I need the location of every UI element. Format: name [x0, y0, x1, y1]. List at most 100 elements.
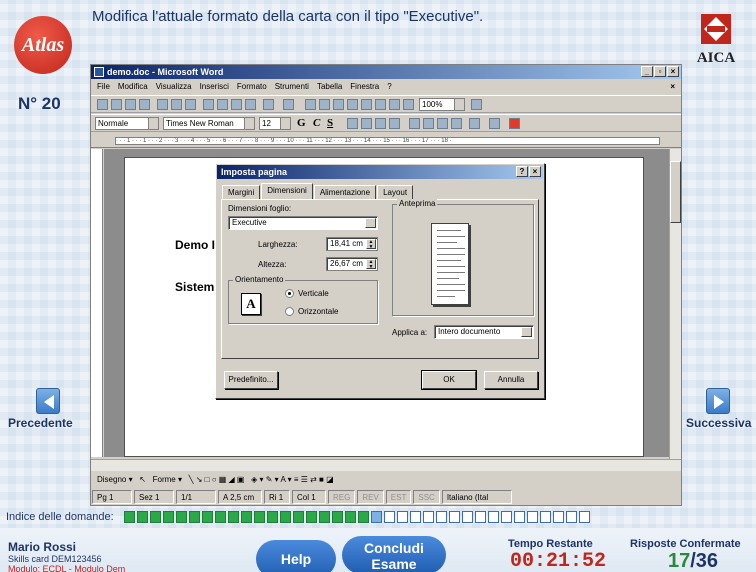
- end-exam-button[interactable]: Concludi Esame: [342, 536, 446, 572]
- minimize-button[interactable]: _: [641, 66, 653, 77]
- question-index-box[interactable]: [332, 511, 343, 523]
- menu-strumenti[interactable]: Strumenti: [275, 80, 309, 94]
- question-index-box[interactable]: [241, 511, 252, 523]
- tab-dimensioni[interactable]: Dimensioni: [261, 183, 313, 199]
- menu-file[interactable]: File: [97, 80, 110, 94]
- numbering-icon[interactable]: [409, 118, 420, 129]
- question-index-box[interactable]: [137, 511, 148, 523]
- decrease-indent-icon[interactable]: [437, 118, 448, 129]
- spelling-icon[interactable]: [185, 99, 196, 110]
- undo-icon[interactable]: [263, 99, 274, 110]
- open-icon[interactable]: [111, 99, 122, 110]
- question-index-box[interactable]: [449, 511, 460, 523]
- help-icon[interactable]: [471, 99, 482, 110]
- close-button[interactable]: ×: [667, 66, 679, 77]
- menu-inserisci[interactable]: Inserisci: [200, 80, 229, 94]
- question-index-box[interactable]: [293, 511, 304, 523]
- question-index-box[interactable]: [176, 511, 187, 523]
- tab-margini[interactable]: Margini: [222, 185, 261, 199]
- drawing-menu[interactable]: Disegno: [97, 475, 126, 484]
- question-index-box[interactable]: [280, 511, 291, 523]
- previous-button[interactable]: [36, 388, 60, 414]
- question-index-box[interactable]: [254, 511, 265, 523]
- menu-tabella[interactable]: Tabella: [317, 80, 342, 94]
- close-document-icon[interactable]: ×: [670, 82, 675, 92]
- question-index-box[interactable]: [566, 511, 577, 523]
- increase-indent-icon[interactable]: [451, 118, 462, 129]
- menu-help[interactable]: ?: [387, 80, 391, 94]
- show-hide-icon[interactable]: [403, 99, 414, 110]
- insert-excel-icon[interactable]: [347, 99, 358, 110]
- question-index-box[interactable]: [553, 511, 564, 523]
- question-index-box[interactable]: [384, 511, 395, 523]
- vertical-scrollbar[interactable]: [669, 149, 681, 459]
- default-button[interactable]: Predefinito...: [224, 371, 278, 389]
- justify-icon[interactable]: [389, 118, 400, 129]
- question-index-box[interactable]: [436, 511, 447, 523]
- next-button[interactable]: [706, 388, 730, 414]
- font-color-icon[interactable]: [509, 118, 520, 129]
- question-index-box[interactable]: [228, 511, 239, 523]
- new-icon[interactable]: [97, 99, 108, 110]
- tab-layout[interactable]: Layout: [377, 185, 414, 199]
- align-center-icon[interactable]: [361, 118, 372, 129]
- insert-table-icon[interactable]: [333, 99, 344, 110]
- font-select[interactable]: Times New Roman: [163, 117, 255, 130]
- document-map-icon[interactable]: [389, 99, 400, 110]
- scroll-thumb[interactable]: [670, 161, 681, 223]
- question-index-box[interactable]: [371, 511, 382, 523]
- question-index-box[interactable]: [514, 511, 525, 523]
- question-index-box[interactable]: [345, 511, 356, 523]
- drawing-icon[interactable]: [375, 99, 386, 110]
- question-index-box[interactable]: [540, 511, 551, 523]
- border-icon[interactable]: [469, 118, 480, 129]
- question-index-box[interactable]: [215, 511, 226, 523]
- align-left-icon[interactable]: [347, 118, 358, 129]
- menu-visualizza[interactable]: Visualizza: [156, 80, 192, 94]
- question-index-box[interactable]: [527, 511, 538, 523]
- question-index-box[interactable]: [267, 511, 278, 523]
- print-icon[interactable]: [157, 99, 168, 110]
- autoshapes-menu[interactable]: Forme: [153, 475, 176, 484]
- question-index-box[interactable]: [579, 511, 590, 523]
- tab-alimentazione[interactable]: Alimentazione: [313, 185, 377, 199]
- question-index-box[interactable]: [319, 511, 330, 523]
- menu-finestra[interactable]: Finestra: [350, 80, 379, 94]
- landscape-radio[interactable]: Orizzontale: [285, 307, 338, 316]
- email-icon[interactable]: [139, 99, 150, 110]
- paper-size-select[interactable]: Executive: [228, 216, 378, 230]
- redo-icon[interactable]: [283, 99, 294, 110]
- question-index-box[interactable]: [202, 511, 213, 523]
- dialog-help-button[interactable]: ?: [516, 166, 528, 177]
- cut-icon[interactable]: [203, 99, 214, 110]
- align-right-icon[interactable]: [375, 118, 386, 129]
- bold-button[interactable]: G: [297, 117, 306, 129]
- copy-icon[interactable]: [217, 99, 228, 110]
- question-index-box[interactable]: [163, 511, 174, 523]
- ok-button[interactable]: OK: [421, 370, 477, 390]
- menu-modifica[interactable]: Modifica: [118, 80, 148, 94]
- style-select[interactable]: Normale: [95, 117, 159, 130]
- zoom-select[interactable]: 100%: [419, 98, 465, 111]
- tables-borders-icon[interactable]: [319, 99, 330, 110]
- question-index-box[interactable]: [462, 511, 473, 523]
- question-index-box[interactable]: [306, 511, 317, 523]
- question-index-box[interactable]: [488, 511, 499, 523]
- question-index-box[interactable]: [124, 511, 135, 523]
- paste-icon[interactable]: [231, 99, 242, 110]
- menu-formato[interactable]: Formato: [237, 80, 267, 94]
- question-index-box[interactable]: [397, 511, 408, 523]
- next-label[interactable]: Successiva: [686, 416, 751, 430]
- question-index-box[interactable]: [501, 511, 512, 523]
- font-size-select[interactable]: 12: [259, 117, 291, 130]
- bullets-icon[interactable]: [423, 118, 434, 129]
- apply-to-select[interactable]: Intero documento: [434, 325, 534, 339]
- maximize-button[interactable]: ▫: [654, 66, 666, 77]
- width-spinner[interactable]: 18,41 cm ▲ ▼: [326, 237, 378, 251]
- highlight-icon[interactable]: [489, 118, 500, 129]
- columns-icon[interactable]: [361, 99, 372, 110]
- underline-button[interactable]: S: [327, 117, 333, 129]
- cancel-button[interactable]: Annulla: [484, 371, 538, 389]
- question-index-box[interactable]: [150, 511, 161, 523]
- question-index-box[interactable]: [189, 511, 200, 523]
